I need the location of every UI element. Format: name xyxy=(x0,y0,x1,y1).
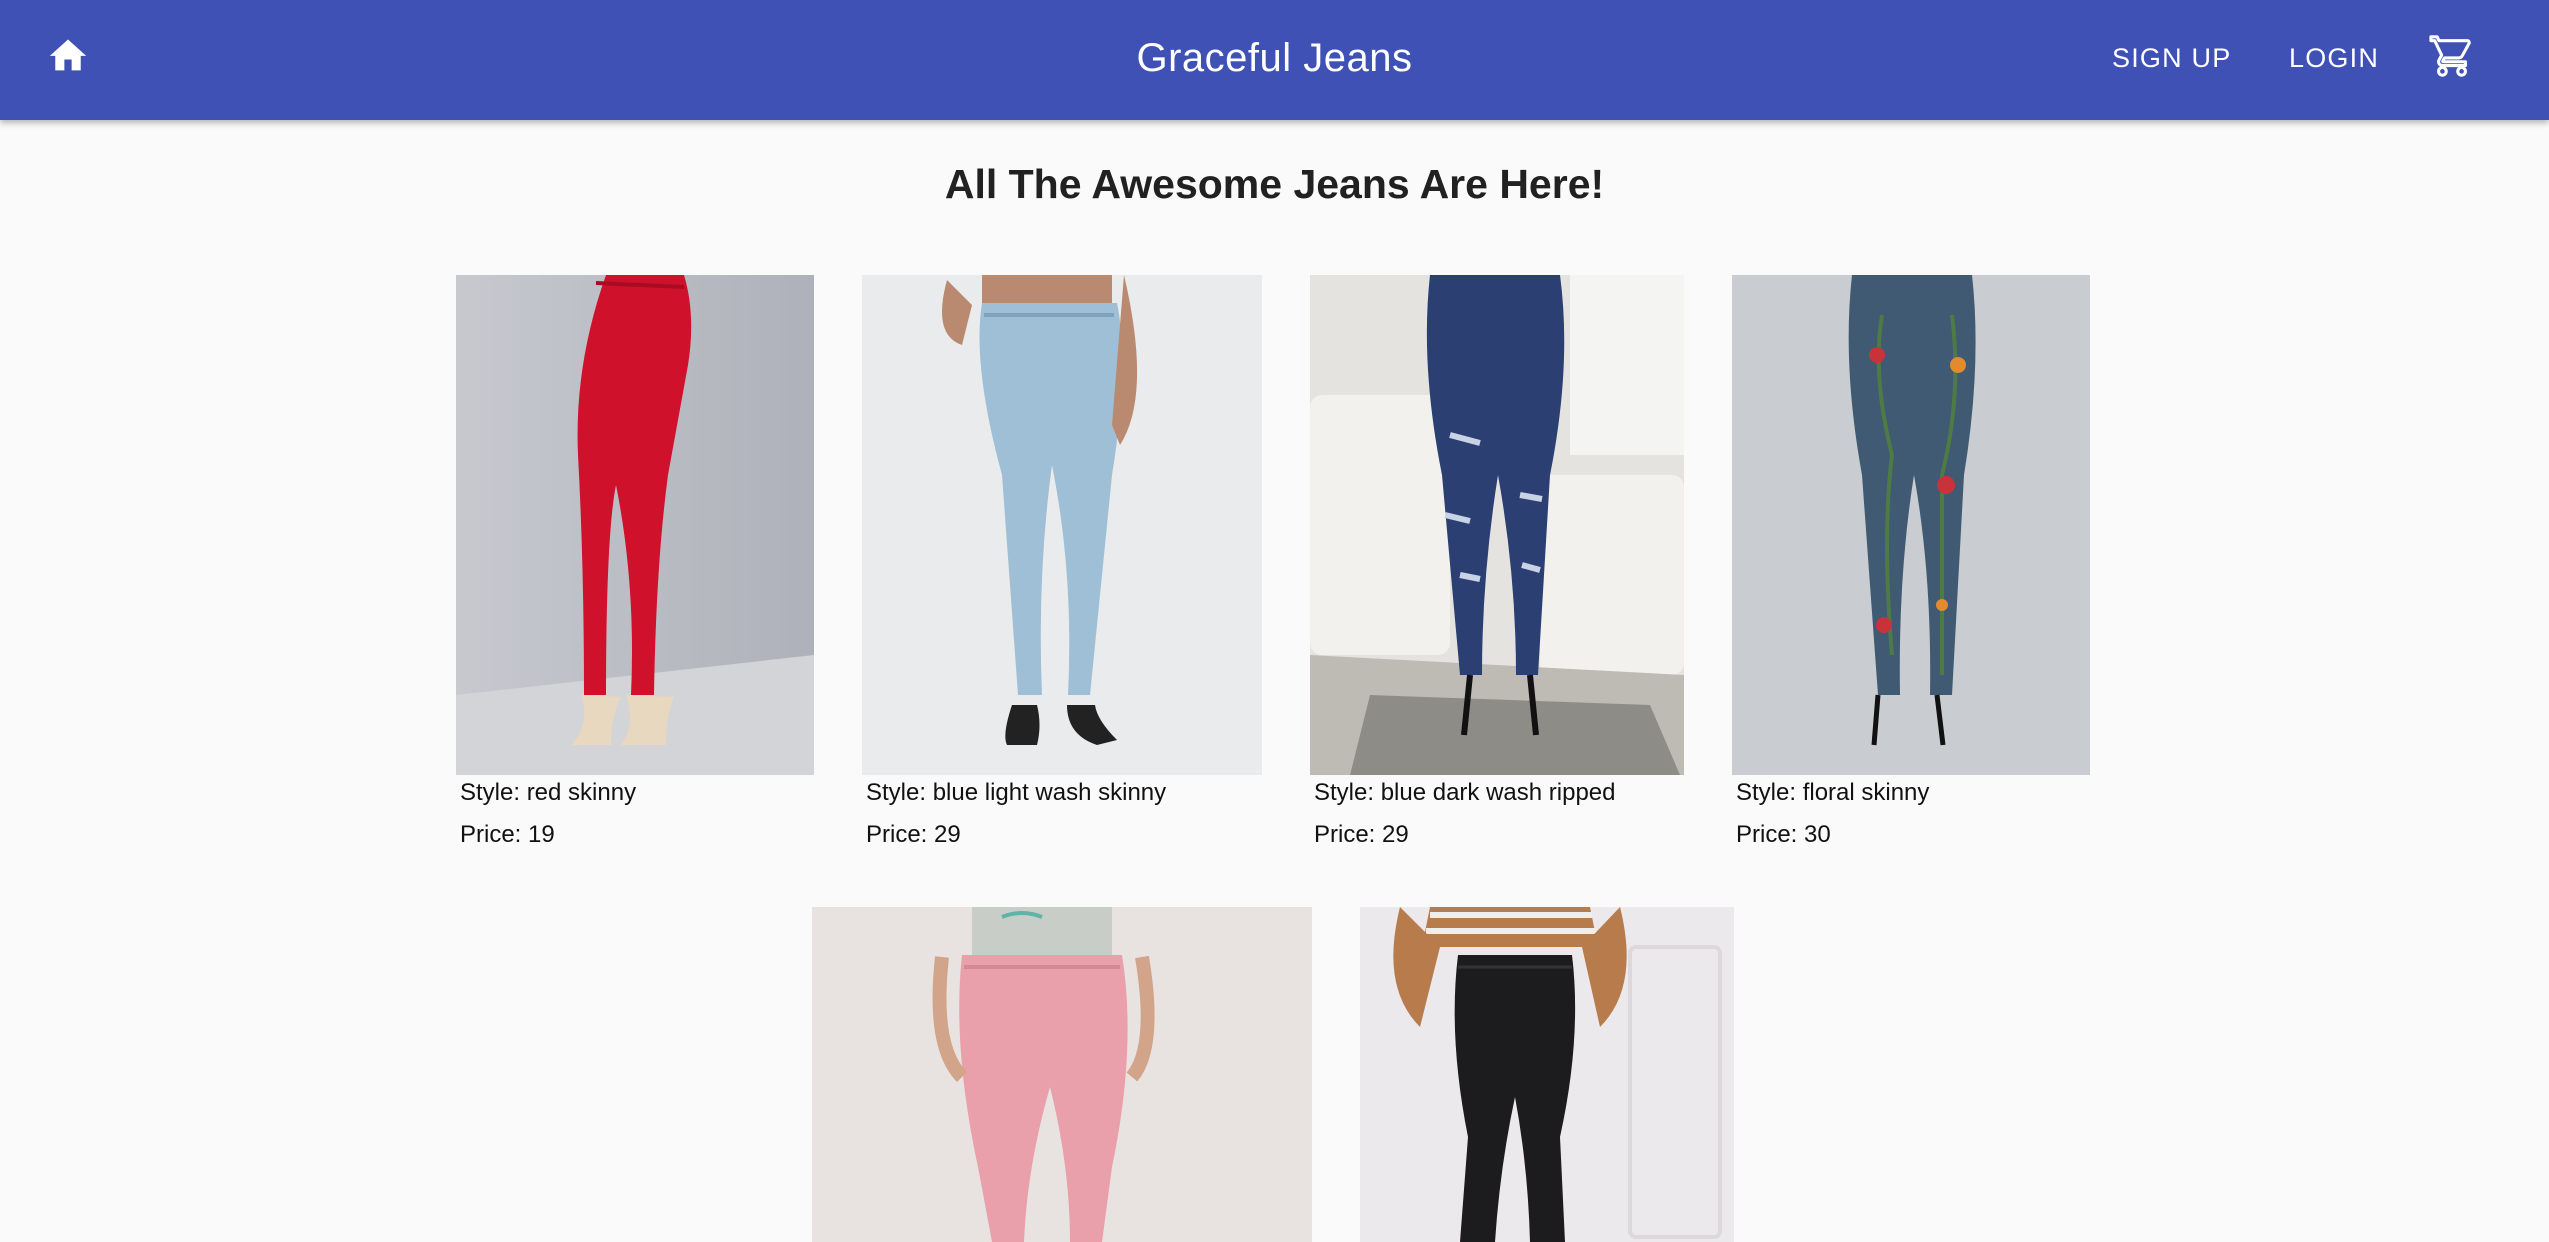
product-photo-blue-light-wash-skinny[interactable] xyxy=(862,275,1262,775)
product-price: Price: 29 xyxy=(866,821,961,848)
product-card[interactable]: Style: blue dark wash ripped Price: 29 xyxy=(1310,275,1684,855)
product-photo-blue-dark-wash-ripped[interactable] xyxy=(1310,275,1684,775)
product-card[interactable] xyxy=(1360,907,1734,1242)
cart-button[interactable] xyxy=(2412,18,2492,98)
product-photo-pink-jeans[interactable] xyxy=(812,907,1312,1242)
product-card[interactable]: Style: red skinny Price: 19 xyxy=(456,275,814,855)
product-price: Price: 30 xyxy=(1736,821,1831,848)
product-photo-black-flare-jeans[interactable] xyxy=(1360,907,1734,1242)
signup-button[interactable]: SIGN UP xyxy=(2112,0,2231,116)
product-card[interactable]: Style: floral skinny Price: 30 xyxy=(1732,275,2090,855)
product-style: Style: blue dark wash ripped xyxy=(1314,779,1616,806)
page-heading: All The Awesome Jeans Are Here! xyxy=(944,161,1605,207)
product-card[interactable] xyxy=(812,907,1312,1242)
product-photo-red-skinny[interactable] xyxy=(456,275,814,775)
app-bar: Graceful Jeans SIGN UP LOGIN xyxy=(0,0,2549,120)
shopping-cart-icon xyxy=(2429,33,2475,84)
product-price: Price: 19 xyxy=(460,821,555,848)
product-card[interactable]: Style: blue light wash skinny Price: 29 xyxy=(862,275,1262,855)
product-style: Style: blue light wash skinny xyxy=(866,779,1167,806)
product-price: Price: 29 xyxy=(1314,821,1409,848)
product-style: Style: floral skinny xyxy=(1736,779,1930,806)
product-photo-floral-skinny[interactable] xyxy=(1732,275,2090,775)
product-style: Style: red skinny xyxy=(460,779,637,806)
login-button[interactable]: LOGIN xyxy=(2289,0,2379,116)
